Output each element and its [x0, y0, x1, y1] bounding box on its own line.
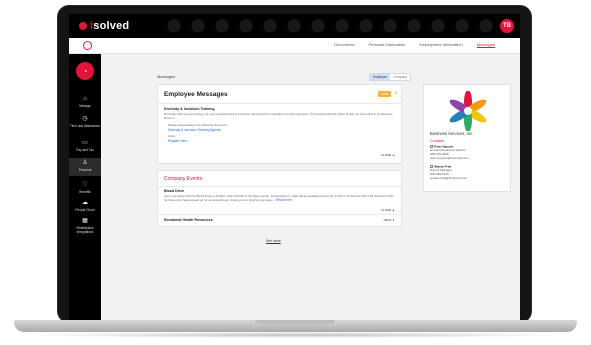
toggle-company[interactable]: Company — [390, 74, 410, 80]
sidebar-item-label: Time and Attendance — [69, 124, 100, 128]
clock-icon: ◷ — [82, 116, 88, 122]
sidebar-item-manage[interactable]: ⌂ Manage — [69, 96, 101, 108]
message-body: Reminder that we are hosting our upcomin… — [164, 112, 393, 120]
tab-employment-information[interactable]: Employment Information — [419, 42, 462, 48]
briefcase-icon: ⌂ — [83, 96, 87, 102]
brand-logo: i solved — [79, 20, 129, 32]
company-name: Business Services, Inc. — [430, 131, 474, 136]
sidebar-item-label: Personal — [78, 168, 92, 172]
contact-card: Wanda Pratt Payroll Manager 205-289-6120… — [430, 164, 467, 180]
contact-card: Peter Nguyen Human Resources Director 20… — [430, 144, 469, 160]
read-more-link[interactable]: Read more — [276, 198, 292, 202]
message-title: Diversity & Inclusion Training — [164, 107, 215, 111]
sidebar: ◔ ⌂ Manage ◷ Time and Attendance ▭ Pay and … — [69, 54, 101, 320]
sidebar-item-benefits[interactable]: ♡ Benefits — [69, 182, 101, 194]
main-content: Messages Employee Company Employee Messa… — [101, 54, 520, 320]
toggle-employee[interactable]: Employee — [370, 74, 391, 80]
brand-dot-icon — [79, 22, 87, 30]
event-title: Blood Drive — [164, 189, 185, 193]
stage: i solved TB Documents Personal Informatio… — [0, 0, 591, 345]
sidebar-item-label: Pay and Tax — [76, 148, 94, 152]
employee-messages-title: Employee Messages — [164, 91, 228, 98]
nav-tabs: Documents Personal Information Employmen… — [334, 42, 495, 48]
contact-email[interactable]: wanda.pratt@hrvendor.com — [430, 176, 467, 180]
grid-icon: ▦ — [82, 218, 88, 224]
company-events-title: Company Events — [164, 176, 203, 182]
person-icon: ♙ — [82, 160, 88, 166]
links-label: Links: — [168, 134, 176, 138]
sidebar-item-people-cloud[interactable]: ☁ People Cloud — [69, 200, 101, 212]
sidebar-item-label: People Cloud — [75, 208, 95, 212]
brand-name: solved — [93, 20, 130, 32]
company-logo-icon — [449, 91, 487, 131]
chevron-up-icon: ▲ — [392, 208, 395, 212]
divider — [158, 214, 401, 215]
view-button[interactable]: VIEW ▼ — [384, 218, 396, 222]
chevron-down-icon: ▼ — [392, 218, 395, 222]
tab-messages[interactable]: Messages — [476, 42, 495, 48]
money-icon: ▭ — [82, 140, 88, 146]
employee-messages-card: Employee Messages NEW 1 Diversity & Incl… — [157, 84, 402, 164]
sub-nav-bar: Documents Personal Information Employmen… — [69, 38, 520, 54]
contact-email[interactable]: peter.nguyen@hrvendor.com — [430, 156, 469, 160]
sidebar-item-marketplace[interactable]: ▦ Marketplace Integrations — [69, 218, 101, 234]
company-info-card: Business Services, Inc. Contacts Peter N… — [423, 84, 511, 192]
sidebar-item-label: Manage — [79, 104, 91, 108]
laptop-notch — [255, 320, 335, 324]
divider — [158, 103, 401, 104]
laptop-shadow — [20, 332, 571, 338]
chevron-up-icon: ▲ — [392, 153, 395, 157]
new-badge: NEW — [378, 91, 391, 97]
screen: i solved TB Documents Personal Informatio… — [69, 14, 520, 320]
top-bar: i solved TB — [69, 14, 520, 38]
event-title: Emotional Health Resources — [164, 218, 213, 222]
acknowledge-text: Please acknowledge the following documen… — [168, 123, 228, 127]
isolved-sidebar-logo-icon[interactable]: ◔ — [76, 62, 94, 80]
contacts-heading: Contacts — [430, 139, 445, 143]
company-events-card: Company Events Blood Drive Just a remind… — [157, 170, 402, 227]
shield-icon: ♡ — [82, 182, 88, 188]
divider — [158, 186, 401, 187]
close-label: CLOSE — [381, 153, 392, 157]
view-toggle: Employee Company — [369, 73, 411, 81]
sidebar-item-time-attendance[interactable]: ◷ Time and Attendance — [69, 116, 101, 128]
message-count: 1 — [395, 91, 397, 95]
sidebar-item-pay-tax[interactable]: ▭ Pay and Tax — [69, 140, 101, 152]
close-label: CLOSE — [381, 208, 392, 212]
header-pattern — [164, 14, 494, 38]
see-more-link[interactable]: See more — [266, 239, 281, 243]
avatar[interactable]: TB — [500, 19, 514, 33]
register-link[interactable]: Register here — [168, 139, 187, 143]
tab-personal-information[interactable]: Personal Information — [368, 42, 405, 48]
close-button[interactable]: CLOSE ▲ — [381, 208, 395, 212]
view-label: VIEW — [383, 218, 392, 222]
sidebar-item-personal[interactable]: ♙ Personal — [69, 158, 101, 176]
sidebar-item-label: Marketplace Integrations — [76, 226, 94, 234]
sidebar-item-label: Benefits — [79, 190, 91, 194]
cloud-icon: ☁ — [82, 200, 88, 206]
acknowledge-link[interactable]: Diversity & Inclusion Training Agenda — [168, 128, 221, 132]
tab-documents[interactable]: Documents — [334, 42, 354, 48]
home-icon[interactable] — [83, 41, 92, 50]
close-button[interactable]: CLOSE ▲ — [381, 153, 395, 157]
page-title: Messages — [157, 74, 176, 79]
